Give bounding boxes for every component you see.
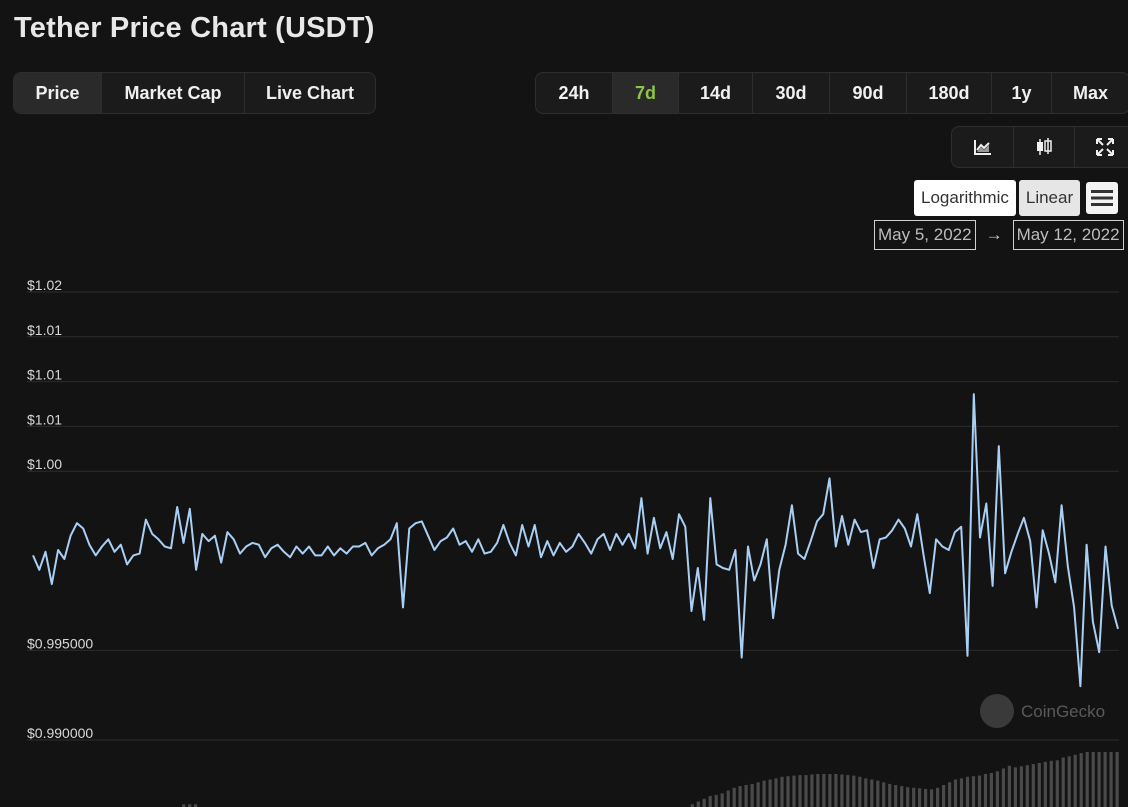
volume-bar <box>1043 761 1047 807</box>
volume-bar <box>822 774 826 807</box>
volume-bar <box>840 774 844 807</box>
y-tick-label: $1.01 <box>27 367 62 383</box>
volume-bar <box>1013 767 1017 807</box>
volume-bar <box>858 776 862 807</box>
volume-bar <box>846 775 850 807</box>
watermark-text: CoinGecko <box>1021 702 1105 721</box>
volume-bar <box>852 775 856 807</box>
volume-bar <box>1055 760 1059 807</box>
volume-bar <box>702 798 706 807</box>
y-tick-label: $1.02 <box>27 277 62 293</box>
volume-bar <box>942 785 946 807</box>
y-tick-label: $1.01 <box>27 322 62 338</box>
price-chart: $1.02 $1.01 $1.01 $1.01 $1.00 $0.995000 $0.990… <box>27 277 1119 807</box>
volume-bar <box>1037 763 1041 807</box>
volume-bar <box>816 774 820 807</box>
volume-bar <box>924 788 928 807</box>
volume-bar <box>792 775 796 807</box>
volume-bar <box>804 775 808 807</box>
volume-bar <box>882 782 886 807</box>
volume-bar <box>828 774 832 807</box>
volume-bar <box>1025 765 1029 807</box>
volume-bar <box>864 778 868 807</box>
volume-bar <box>1103 752 1107 807</box>
volume-bar <box>1031 764 1035 807</box>
volume-bar <box>953 779 958 807</box>
y-tick-label: $0.995000 <box>27 635 93 651</box>
volume-bar <box>977 775 982 807</box>
volume-bar <box>888 783 892 807</box>
volume-bar <box>936 787 940 807</box>
volume-bar <box>768 779 772 807</box>
volume-bar <box>900 786 904 807</box>
volume-bar <box>756 782 760 807</box>
coingecko-watermark: CoinGecko <box>980 694 1105 728</box>
volume-bar <box>983 774 988 807</box>
volume-bar <box>918 788 922 807</box>
volume-bar <box>774 778 778 807</box>
volume-bar <box>876 780 880 807</box>
volume-bar <box>1109 752 1113 807</box>
price-line <box>32 393 1119 688</box>
volume-bar <box>930 789 934 807</box>
volume-bar <box>1067 756 1071 807</box>
volume-bar <box>732 787 736 807</box>
volume-bars <box>182 752 1119 807</box>
volume-bar <box>834 774 838 807</box>
volume-bar <box>810 774 814 807</box>
volume-bar <box>696 801 700 807</box>
volume-bar <box>959 778 964 807</box>
volume-bar <box>948 782 952 807</box>
volume-bar <box>1049 760 1053 807</box>
volume-bar <box>989 772 993 807</box>
volume-bar <box>912 787 916 807</box>
volume-bar <box>995 771 999 807</box>
y-tick-label: $1.01 <box>27 411 62 427</box>
volume-bar <box>1097 752 1101 807</box>
volume-bar <box>738 786 742 807</box>
coingecko-logo-icon <box>980 694 1014 728</box>
volume-bar <box>1007 765 1011 807</box>
volume-bar <box>1079 753 1083 807</box>
volume-bar <box>965 776 970 807</box>
volume-bar <box>894 785 898 807</box>
volume-bar <box>1001 768 1005 807</box>
volume-bar <box>780 776 784 807</box>
volume-bar <box>714 794 718 807</box>
volume-bar <box>971 776 976 807</box>
y-tick-label: $1.00 <box>27 456 62 472</box>
volume-bar <box>744 785 748 807</box>
volume-bar <box>1085 752 1089 807</box>
volume-bar <box>1019 766 1023 807</box>
volume-bar <box>786 776 790 807</box>
volume-bar <box>750 783 754 807</box>
volume-bar <box>726 790 730 807</box>
volume-bar <box>708 796 712 807</box>
volume-bar <box>762 780 766 807</box>
volume-bar <box>1115 752 1119 807</box>
volume-bar <box>720 793 724 807</box>
y-tick-label: $0.990000 <box>27 725 93 741</box>
volume-bar <box>906 787 910 807</box>
volume-bar <box>1061 757 1065 807</box>
volume-bar <box>1073 754 1077 807</box>
volume-bar <box>798 775 802 807</box>
y-axis-labels: $1.02 $1.01 $1.01 $1.01 $1.00 $0.995000 $0.990… <box>27 277 93 741</box>
volume-bar <box>870 779 874 807</box>
volume-bar <box>1091 752 1095 807</box>
